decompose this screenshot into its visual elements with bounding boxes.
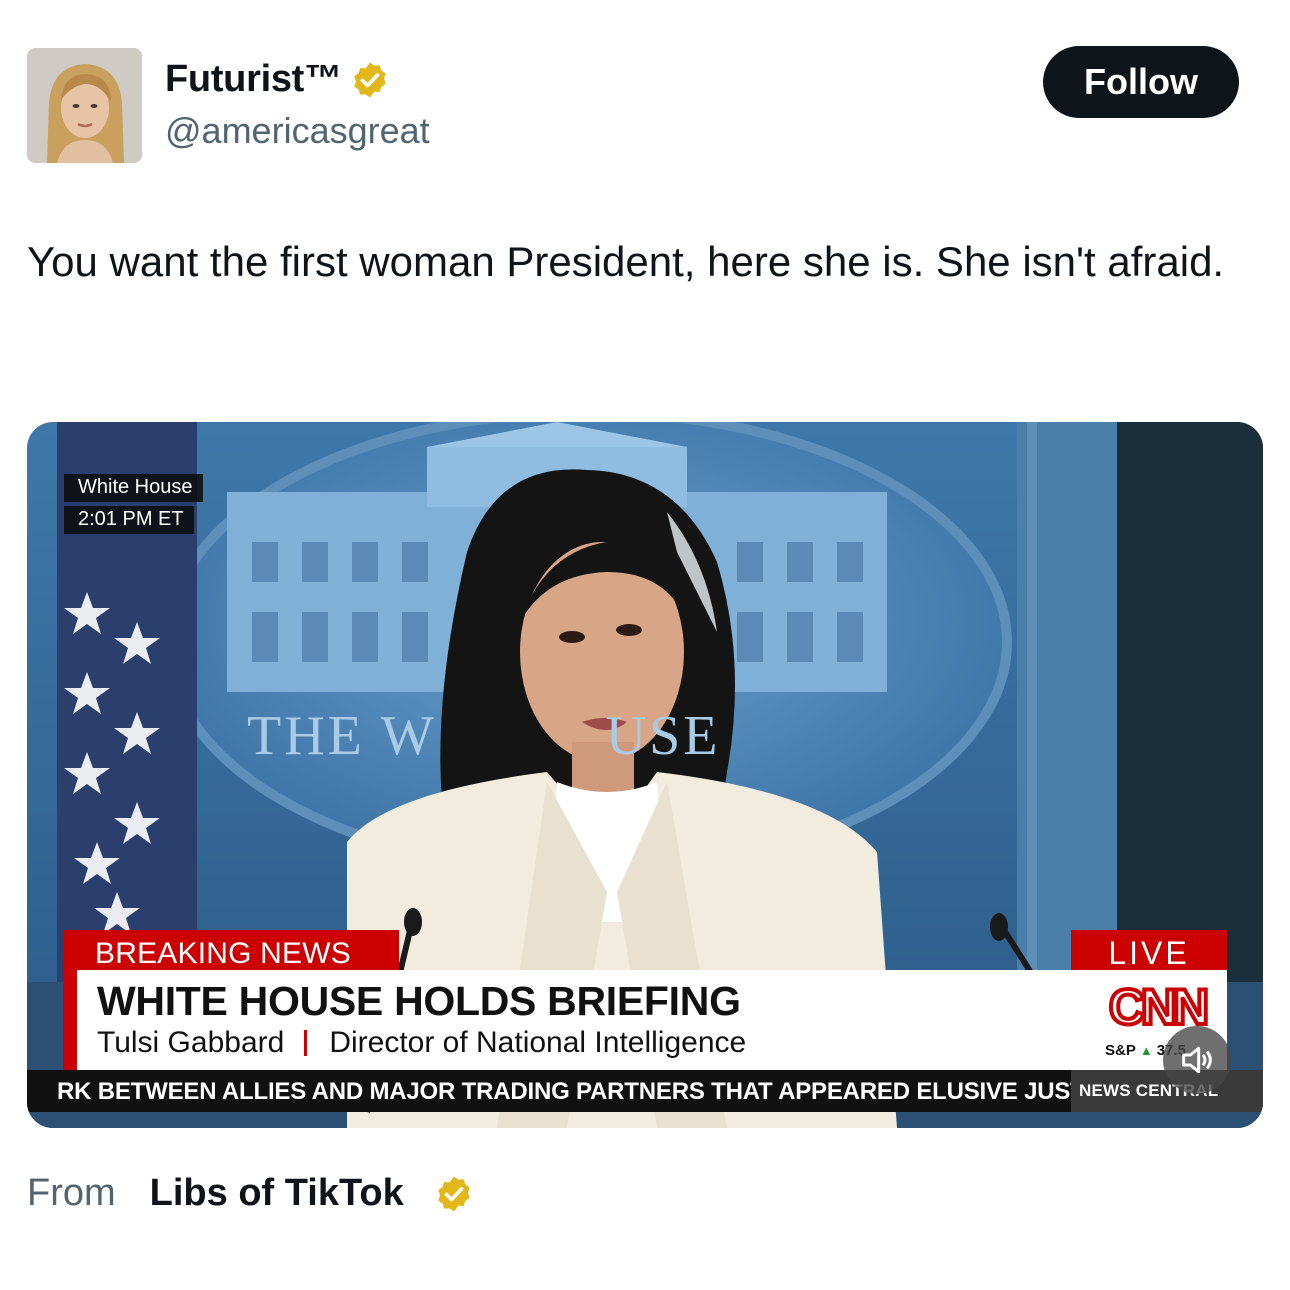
speaker-title: Director of National Intelligence — [329, 1026, 747, 1059]
news-ticker: RK BETWEEN ALLIES AND MAJOR TRADING PART… — [27, 1070, 1263, 1112]
source-verified-badge-icon — [434, 1174, 474, 1214]
source-attribution: From Libs of TikTok — [27, 1172, 474, 1215]
tweet-text: You want the first woman President, here… — [27, 238, 1225, 285]
source-from-label: From — [27, 1172, 116, 1214]
chyron-subline: Tulsi Gabbard Director of National Intel… — [97, 1026, 746, 1060]
time-tag: 2:01 PM ET — [64, 506, 194, 534]
author-avatar[interactable] — [27, 48, 142, 163]
video-player[interactable]: THE W USE White House 2:01 PM ET BREAKIN… — [27, 422, 1263, 1128]
author-handle[interactable]: @americasgreat — [165, 110, 430, 152]
author-name-row[interactable]: Futurist™ — [165, 58, 390, 101]
verified-badge-icon — [350, 60, 390, 100]
location-tag: White House — [64, 474, 203, 502]
ticker-text: RK BETWEEN ALLIES AND MAJOR TRADING PART… — [57, 1078, 1085, 1105]
chyron-separator — [304, 1030, 308, 1056]
speaker-name: Tulsi Gabbard — [97, 1026, 285, 1059]
backdrop-text: THE W USE — [247, 705, 721, 767]
speaker-muted-icon — [1177, 1040, 1217, 1080]
headline: WHITE HOUSE HOLDS BRIEFING — [97, 978, 741, 1024]
market-label: S&P — [1105, 1042, 1136, 1059]
mute-button[interactable] — [1163, 1026, 1231, 1094]
source-name-link[interactable]: Libs of TikTok — [150, 1172, 404, 1215]
follow-button[interactable]: Follow — [1043, 46, 1239, 118]
market-up-arrow-icon: ▲ — [1139, 1043, 1153, 1058]
author-display-name[interactable]: Futurist™ — [165, 58, 342, 101]
lower-third: WHITE HOUSE HOLDS BRIEFING Tulsi Gabbard… — [63, 970, 1227, 1070]
